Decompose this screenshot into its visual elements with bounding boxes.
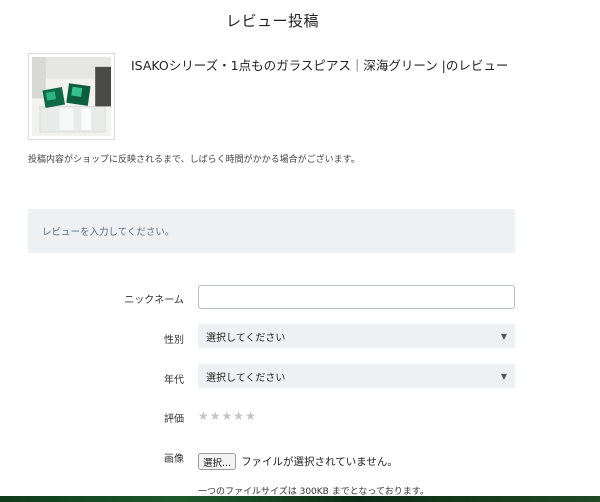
star-icon[interactable]: ★ xyxy=(198,410,209,422)
page-title: レビュー投稿 xyxy=(225,12,319,30)
product-name: ISAKOシリーズ・1点ものガラスピアス｜深海グリーン |のレビュー xyxy=(131,58,509,73)
gender-select-value: 選択してください xyxy=(206,332,286,344)
product-thumbnail xyxy=(28,53,115,140)
age-label: 年代 xyxy=(164,375,184,386)
rating-label: 評価 xyxy=(164,414,184,425)
page-bottom-strip xyxy=(0,496,600,502)
dropdown-arrow-icon: ▼ xyxy=(500,371,507,381)
info-message: レビューを入力してください。 xyxy=(42,227,175,238)
file-upload: 選択... ファイルが選択されていません。 xyxy=(198,453,398,470)
info-message-box: レビューを入力してください。 xyxy=(28,209,515,253)
green-glass-earring-icon xyxy=(32,57,111,136)
nickname-label: ニックネーム xyxy=(124,295,184,306)
age-select-value: 選択してください xyxy=(206,372,286,384)
gender-select[interactable]: 選択してください ▼ xyxy=(198,324,515,348)
gender-label: 性別 xyxy=(164,335,184,346)
rating-stars[interactable]: ★ ★ ★ ★ ★ xyxy=(198,410,256,422)
image-label: 画像 xyxy=(164,454,184,465)
star-icon[interactable]: ★ xyxy=(210,410,221,422)
posting-notice: 投稿内容がショップに反映されるまで、しばらく時間がかかる場合がございます。 xyxy=(28,155,360,165)
nickname-input[interactable] xyxy=(198,285,515,309)
star-icon[interactable]: ★ xyxy=(233,410,244,422)
file-status: ファイルが選択されていません。 xyxy=(241,456,398,468)
star-icon[interactable]: ★ xyxy=(222,410,233,422)
age-select[interactable]: 選択してください ▼ xyxy=(198,364,515,388)
dropdown-arrow-icon: ▼ xyxy=(500,331,507,341)
star-icon[interactable]: ★ xyxy=(245,410,256,422)
file-select-button[interactable]: 選択... xyxy=(198,453,237,470)
